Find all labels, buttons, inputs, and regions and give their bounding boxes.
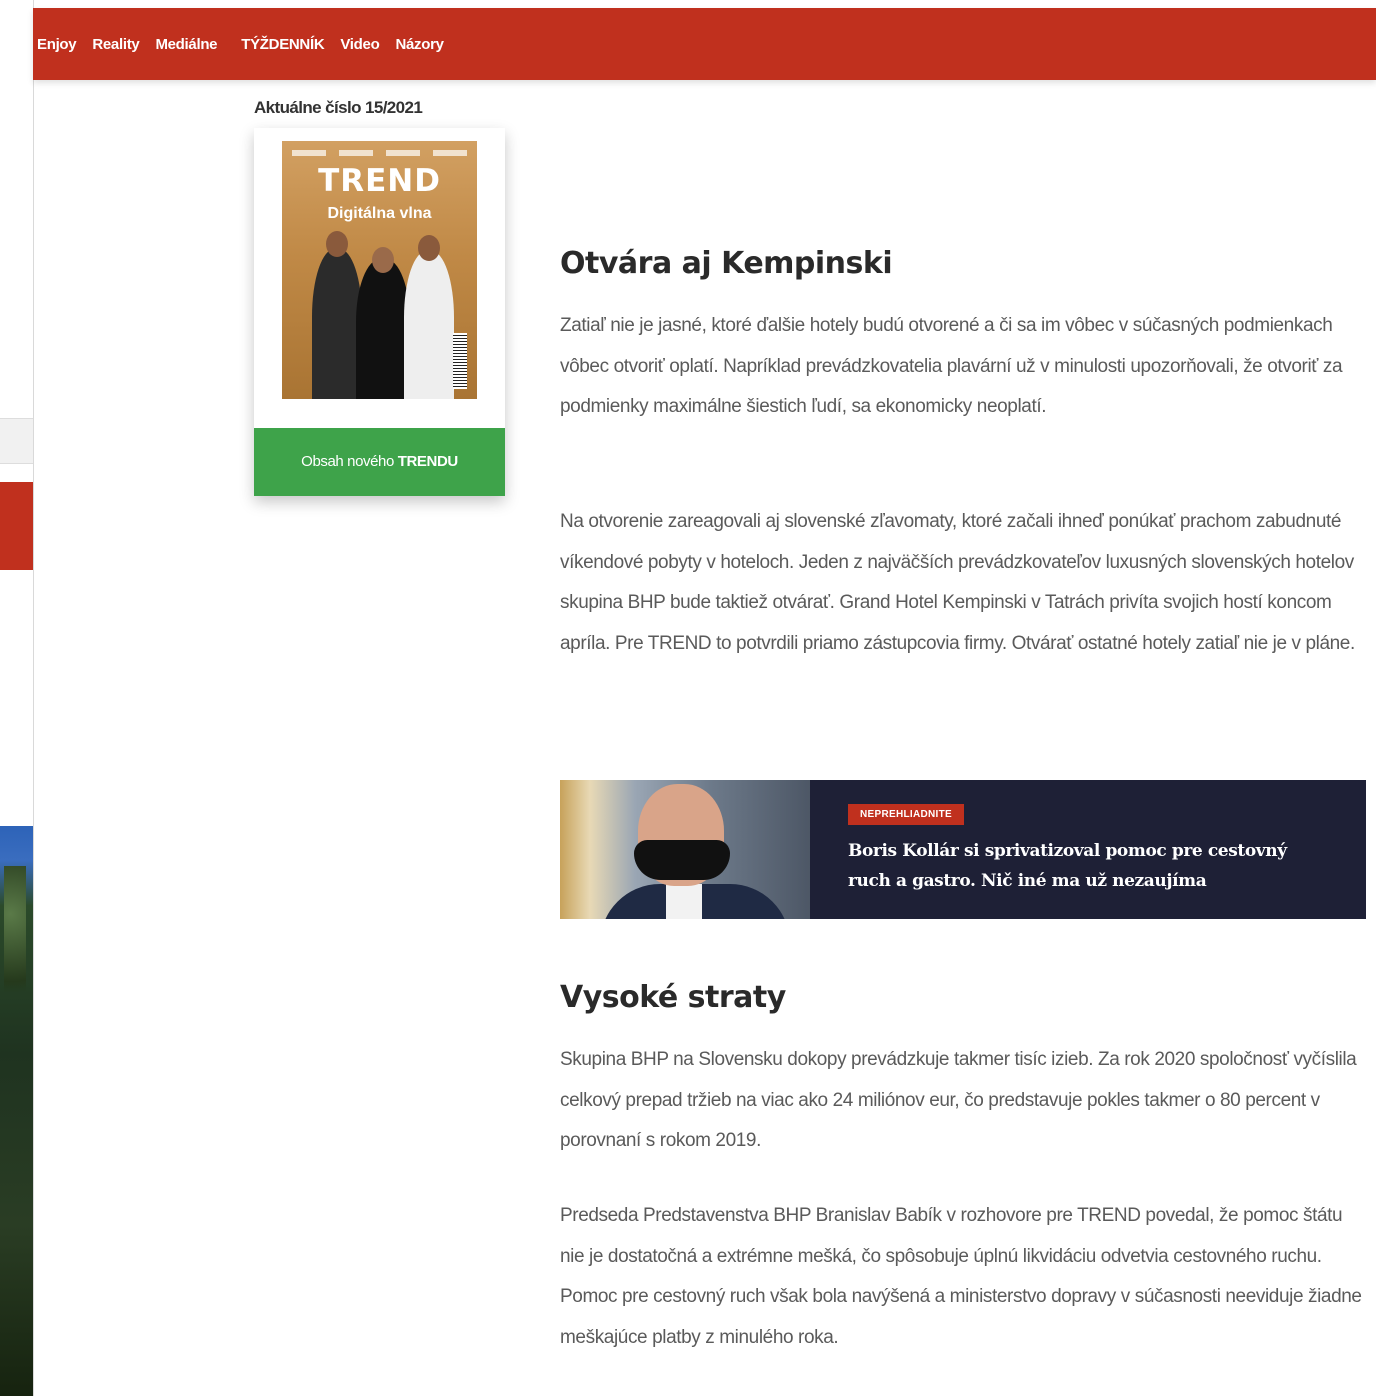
photo-collar [666, 884, 702, 919]
section-heading-kempinski: Otvára aj Kempinski [560, 246, 893, 281]
nav-item-video[interactable]: Video [332, 36, 387, 53]
nav-item-nazory[interactable]: Názory [387, 36, 451, 53]
cover-logo: TREND [318, 163, 441, 199]
left-window-fragment [0, 0, 34, 1396]
magazine-card: TREND Digitálna vlna Obsah nového TRENDU [254, 128, 505, 496]
photo-fragment [0, 826, 33, 1396]
magazine-cover-image[interactable]: TREND Digitálna vlna [282, 141, 477, 399]
cover-barcode [453, 333, 467, 389]
nav-item-tyzdennik[interactable]: TÝŽDENNÍK [233, 36, 332, 53]
nav-item-reality[interactable]: Reality [84, 36, 147, 53]
article-paragraph: Zatiaľ nie je jasné, ktoré ďalšie hotely… [560, 315, 1343, 418]
article-paragraph: Predseda Predstavenstva BHP Branislav Ba… [560, 1205, 1362, 1348]
cover-person-center [356, 259, 410, 399]
red-bar-fragment [0, 482, 33, 570]
top-navigation: Enjoy Reality Mediálne TÝŽDENNÍK Video N… [33, 8, 1376, 80]
cover-head-left [326, 231, 348, 257]
nav-item-enjoy[interactable]: Enjoy [33, 36, 84, 53]
button-label-bold: TRENDU [397, 453, 459, 470]
nav-item-medialne[interactable]: Mediálne [147, 36, 225, 53]
button-label-prefix: Obsah nového [301, 453, 398, 470]
search-input-fragment[interactable] [0, 418, 33, 464]
article-paragraph: Skupina BHP na Slovensku dokopy prevádzk… [560, 1049, 1357, 1152]
section-heading-straty: Vysoké straty [560, 980, 786, 1015]
promo-title[interactable]: Boris Kollár si sprivatizoval pomoc pre … [848, 836, 1308, 896]
promo-badge: NEPREHLIADNITE [848, 804, 964, 825]
cover-teaser-strip [292, 150, 467, 158]
cover-person-right [404, 251, 454, 399]
promo-photo [560, 780, 810, 919]
related-article-promo[interactable]: NEPREHLIADNITE Boris Kollár si sprivatiz… [560, 780, 1366, 919]
cover-headline: Digitálna vlna [327, 205, 432, 222]
article-paragraph: Na otvorenie zareagovali aj slovenské zľ… [560, 511, 1355, 654]
current-issue-label: Aktuálne číslo 15/2021 [254, 98, 423, 117]
magazine-contents-button[interactable]: Obsah nového TRENDU [254, 428, 505, 496]
photo-face-mask [634, 840, 730, 880]
cover-head-center [372, 247, 394, 273]
cover-person-left [312, 249, 362, 399]
cover-head-right [418, 235, 440, 261]
